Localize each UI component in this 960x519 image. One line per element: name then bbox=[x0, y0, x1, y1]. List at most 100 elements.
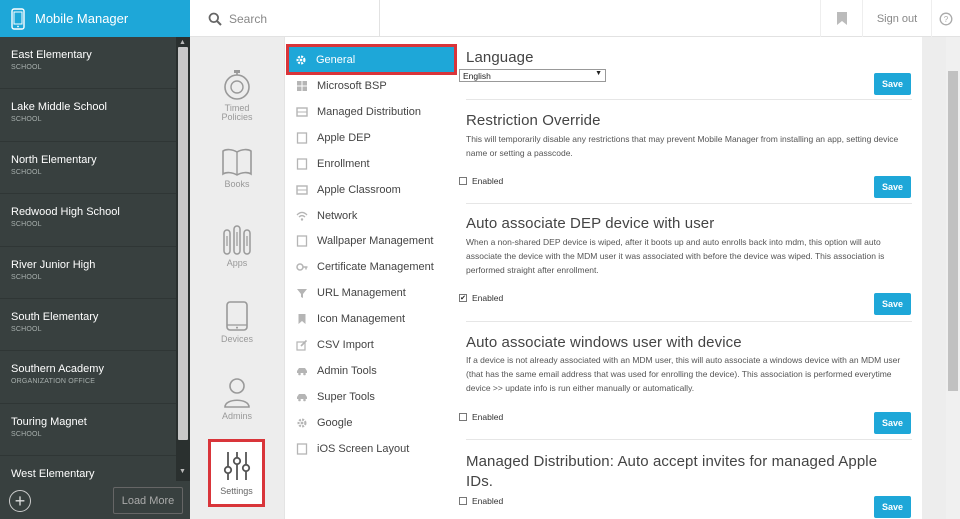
school-item[interactable]: River Junior High SCHOOL bbox=[0, 247, 190, 299]
tools-icon bbox=[296, 391, 308, 403]
dep-enabled-checkbox[interactable]: ✔ Enabled bbox=[459, 293, 503, 303]
menu-item-label: CSV Import bbox=[317, 339, 374, 351]
dep-save-button[interactable]: Save bbox=[874, 293, 911, 315]
sidebar-scroll-thumb[interactable] bbox=[178, 47, 188, 440]
school-item[interactable]: South Elementary SCHOOL bbox=[0, 299, 190, 352]
bookmark-button[interactable] bbox=[820, 0, 862, 37]
search-input[interactable] bbox=[229, 11, 369, 26]
language-save-button[interactable]: Save bbox=[874, 73, 911, 95]
windows-title: Auto associate windows user with device bbox=[466, 334, 742, 351]
managed-enabled-checkbox[interactable]: Enabled bbox=[459, 496, 503, 506]
menu-item-label: Network bbox=[317, 209, 358, 222]
scroll-up-icon[interactable]: ▲ bbox=[179, 39, 186, 46]
nav-devices[interactable]: Devices bbox=[190, 300, 284, 344]
nav-timed-label: Timed Policies bbox=[221, 103, 253, 122]
edit-icon bbox=[296, 339, 308, 351]
add-school-button[interactable]: + bbox=[9, 490, 31, 512]
school-item[interactable]: Redwood High School SCHOOL bbox=[0, 194, 190, 247]
load-more-button[interactable]: Load More bbox=[113, 487, 183, 514]
nav-apps[interactable]: Apps bbox=[190, 224, 284, 268]
menu-item-certificate-management[interactable]: Certificate Management bbox=[285, 254, 458, 280]
menu-item-admin-tools[interactable]: Admin Tools bbox=[285, 358, 458, 384]
tools-icon bbox=[296, 365, 308, 377]
school-item[interactable]: Touring Magnet SCHOOL bbox=[0, 404, 190, 457]
windows-save-button[interactable]: Save bbox=[874, 412, 911, 434]
menu-item-microsoft-bsp[interactable]: Microsoft BSP bbox=[285, 73, 458, 99]
divider bbox=[466, 321, 912, 322]
managed-enabled-label: Enabled bbox=[472, 496, 504, 506]
school-item[interactable]: Southern Academy ORGANIZATION OFFICE bbox=[0, 351, 190, 404]
tablet-icon bbox=[226, 301, 248, 331]
school-item[interactable]: West Elementary bbox=[0, 456, 190, 481]
checkbox-box[interactable]: ✔ bbox=[459, 294, 467, 302]
app-brand[interactable]: Mobile Manager bbox=[0, 0, 190, 37]
menu-item-label: Apple Classroom bbox=[317, 183, 401, 196]
windows-desc: If a device is not already associated wi… bbox=[466, 355, 901, 393]
nav-settings[interactable]: Settings bbox=[208, 439, 265, 507]
menu-item-label: Icon Management bbox=[317, 313, 406, 326]
menu-item-super-tools[interactable]: Super Tools bbox=[285, 384, 458, 410]
sidebar-scrollbar[interactable]: ▲ ▼ bbox=[176, 37, 190, 481]
apps-tools-icon bbox=[223, 225, 251, 255]
checkbox-box[interactable] bbox=[459, 413, 467, 421]
school-name: Redwood High School bbox=[11, 206, 120, 219]
menu-item-network[interactable]: Network bbox=[285, 203, 458, 229]
menu-item-label: General bbox=[316, 53, 356, 66]
restriction-save-button[interactable]: Save bbox=[874, 176, 911, 198]
search-box[interactable] bbox=[190, 0, 380, 37]
content-scroll-thumb[interactable] bbox=[948, 71, 958, 391]
menu-item-google[interactable]: Google bbox=[285, 410, 458, 436]
dep-enabled-label: Enabled bbox=[472, 293, 504, 303]
dep-title: Auto associate DEP device with user bbox=[466, 215, 715, 232]
gear-icon bbox=[296, 417, 308, 429]
managed-title: Managed Distribution: Auto accept invite… bbox=[466, 453, 878, 490]
plus-icon: + bbox=[14, 491, 26, 511]
school-item[interactable]: Lake Middle School SCHOOL bbox=[0, 89, 190, 142]
signout-link[interactable]: Sign out bbox=[862, 0, 932, 37]
nav-admins-label: Admins bbox=[221, 411, 252, 421]
content-scrollbar[interactable] bbox=[946, 37, 960, 519]
menu-item-general[interactable]: General bbox=[286, 44, 457, 75]
svg-text:?: ? bbox=[944, 15, 949, 24]
language-select[interactable]: English ▼ bbox=[459, 69, 606, 82]
menu-item-apple-dep[interactable]: Apple DEP bbox=[285, 125, 458, 151]
stopwatch-icon bbox=[224, 70, 250, 100]
school-type: SCHOOL bbox=[11, 430, 42, 438]
managed-save-button[interactable]: Save bbox=[874, 496, 911, 518]
school-name: North Elementary bbox=[11, 153, 97, 166]
checkbox-box[interactable] bbox=[459, 497, 467, 505]
nav-books[interactable]: Books bbox=[190, 147, 284, 189]
school-type: SCHOOL bbox=[11, 168, 42, 176]
menu-item-wallpaper-management[interactable]: Wallpaper Management bbox=[285, 228, 458, 254]
divider bbox=[466, 203, 912, 204]
scroll-down-icon[interactable]: ▼ bbox=[179, 468, 186, 475]
nav-timed-policies[interactable]: Timed Policies bbox=[190, 69, 284, 122]
menu-item-label: Super Tools bbox=[317, 390, 375, 403]
menu-item-managed-distribution[interactable]: Managed Distribution bbox=[285, 99, 458, 125]
school-name: Southern Academy bbox=[11, 363, 104, 376]
help-icon: ? bbox=[939, 12, 953, 25]
checkbox-box[interactable] bbox=[459, 177, 467, 185]
nav-admins[interactable]: Admins bbox=[190, 377, 284, 421]
icon-nav: Timed Policies Books Apps Devices Admins… bbox=[190, 37, 284, 519]
menu-item-url-management[interactable]: URL Management bbox=[285, 280, 458, 306]
book-icon bbox=[222, 148, 252, 176]
menu-item-ios-screen-layout[interactable]: iOS Screen Layout bbox=[285, 436, 458, 462]
restriction-enabled-label: Enabled bbox=[472, 176, 504, 186]
menu-item-csv-import[interactable]: CSV Import bbox=[285, 332, 458, 358]
sidebar-footer: + Load More bbox=[0, 481, 190, 519]
school-item[interactable]: East Elementary SCHOOL bbox=[0, 37, 190, 90]
document-icon bbox=[296, 132, 308, 144]
menu-item-enrollment[interactable]: Enrollment bbox=[285, 151, 458, 177]
school-type: SCHOOL bbox=[11, 325, 42, 333]
person-icon bbox=[224, 378, 250, 408]
school-item[interactable]: North Elementary SCHOOL bbox=[0, 142, 190, 195]
bookmark-icon bbox=[836, 12, 847, 25]
restriction-enabled-checkbox[interactable]: Enabled bbox=[459, 176, 503, 186]
help-button[interactable]: ? bbox=[932, 0, 960, 37]
menu-item-icon-management[interactable]: Icon Management bbox=[285, 306, 458, 332]
menu-item-apple-classroom[interactable]: Apple Classroom bbox=[285, 177, 458, 203]
windows-enabled-checkbox[interactable]: Enabled bbox=[459, 412, 503, 422]
menu-item-label: URL Management bbox=[317, 287, 406, 300]
language-selected: English bbox=[463, 70, 491, 81]
